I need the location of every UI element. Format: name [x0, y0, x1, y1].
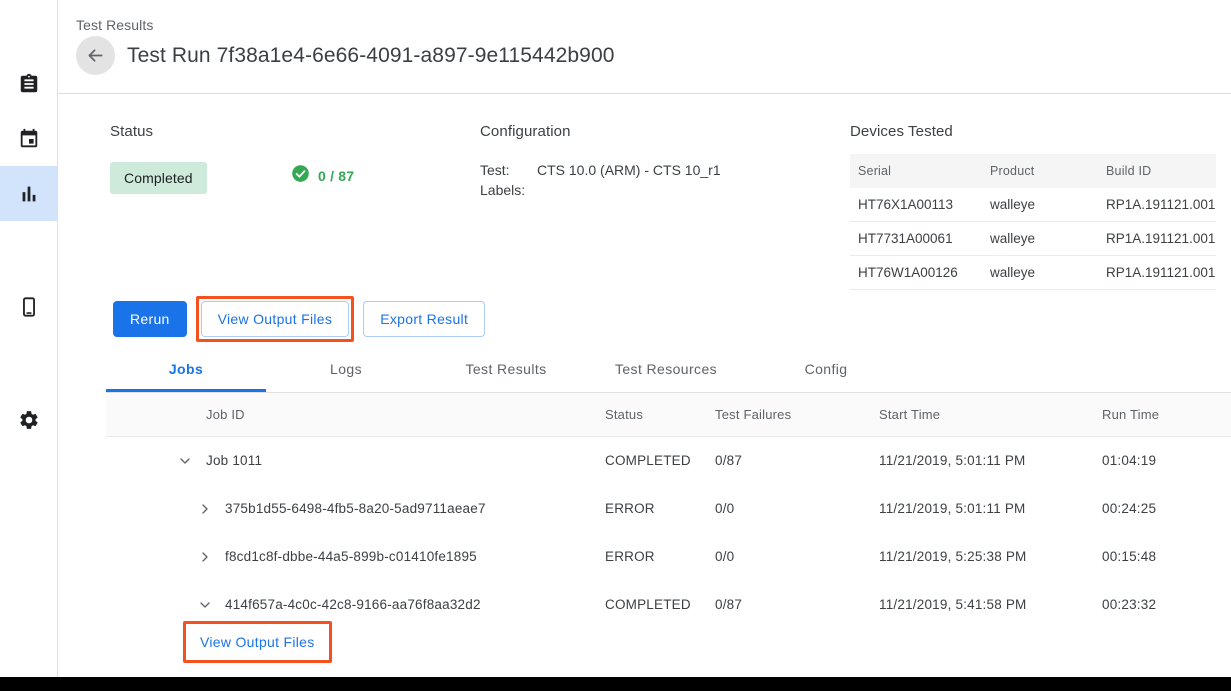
jobs-col-run-time: Run Time	[1102, 407, 1159, 422]
job-status-cell: COMPLETED	[605, 597, 691, 612]
config-row-test: Test: CTS 10.0 (ARM) - CTS 10_r1	[480, 160, 721, 180]
job-id-cell: Job 1011	[206, 453, 262, 468]
config-row-labels: Labels:	[480, 180, 721, 200]
test-run-details-page: Test Results Test Run 7f38a1e4-6e66-4091…	[0, 0, 1231, 691]
device-product: walleye	[982, 256, 1098, 290]
device-product: walleye	[982, 188, 1098, 222]
chevron-right-icon[interactable]	[196, 500, 214, 518]
job-run-time-cell: 01:04:19	[1102, 453, 1156, 468]
jobs-col-test-failures: Test Failures	[715, 407, 791, 422]
view-output-files-button[interactable]: View Output Files	[201, 301, 350, 337]
job-status-cell: ERROR	[605, 501, 655, 516]
table-row: HT7731A00061 walleye RP1A.191121.001	[850, 222, 1216, 256]
job-id-cell: 375b1d55-6498-4fb5-8a20-5ad9711aeae7	[225, 501, 486, 516]
job-failures-cell: 0/87	[715, 453, 742, 468]
devices-col-serial: Serial	[850, 154, 982, 188]
sidebar-item-assignments[interactable]	[0, 56, 57, 111]
table-row[interactable]: f8cd1c8f-dbbe-44a5-899b-c01410fe1895 ERR…	[106, 533, 1231, 581]
job-status-cell: ERROR	[605, 549, 655, 564]
gear-icon	[18, 409, 40, 431]
job-failures-cell: 0/87	[715, 597, 742, 612]
job-start-time-cell: 11/21/2019, 5:25:38 PM	[879, 549, 1027, 564]
configuration-details: Test: CTS 10.0 (ARM) - CTS 10_r1 Labels:	[480, 160, 721, 200]
status-badge: Completed	[110, 162, 207, 194]
jobs-table-header: Job ID Status Test Failures Start Time R…	[106, 393, 1231, 437]
job-run-time-cell: 00:15:48	[1102, 549, 1156, 564]
app-sidebar	[0, 0, 58, 691]
job-start-time-cell: 11/21/2019, 5:01:11 PM	[879, 501, 1026, 516]
table-row: HT76W1A00126 walleye RP1A.191121.001	[850, 256, 1216, 290]
device-build-id: RP1A.191121.001	[1098, 188, 1216, 222]
page-content: Status Completed 0 / 87 Configuration Te…	[58, 94, 1231, 661]
device-serial: HT76W1A00126	[850, 256, 982, 290]
chevron-right-icon[interactable]	[196, 548, 214, 566]
detail-tabs: Jobs Logs Test Results Test Resources Co…	[106, 346, 1231, 393]
job-start-time-cell: 11/21/2019, 5:41:58 PM	[879, 597, 1027, 612]
view-output-files-annotation: View Output Files	[196, 296, 355, 342]
devices-tested-heading: Devices Tested	[850, 123, 953, 140]
job-id-cell: f8cd1c8f-dbbe-44a5-899b-c01410fe1895	[225, 549, 477, 564]
job-id-cell: 414f657a-4c0c-42c8-9166-aa76f8aa32d2	[225, 597, 481, 612]
rerun-button[interactable]: Rerun	[113, 301, 187, 337]
export-result-button[interactable]: Export Result	[363, 301, 485, 337]
sidebar-item-schedules[interactable]	[0, 111, 57, 166]
tab-test-resources[interactable]: Test Resources	[586, 346, 746, 392]
device-build-id: RP1A.191121.001	[1098, 222, 1216, 256]
configuration-heading: Configuration	[480, 123, 571, 140]
job-status-cell: COMPLETED	[605, 453, 691, 468]
back-button[interactable]	[76, 36, 115, 75]
jobs-col-status: Status	[605, 407, 643, 422]
pass-summary: 0 / 87	[291, 164, 354, 188]
job-start-time-cell: 11/21/2019, 5:01:11 PM	[879, 453, 1026, 468]
table-row: HT76X1A00113 walleye RP1A.191121.001	[850, 188, 1216, 222]
status-heading: Status	[110, 123, 153, 140]
tab-logs[interactable]: Logs	[266, 346, 426, 392]
attempt-view-output-files-link[interactable]: View Output Files	[188, 626, 327, 658]
devices-header-row: Serial Product Build ID	[850, 154, 1216, 188]
config-key-test: Test:	[480, 160, 537, 180]
device-product: walleye	[982, 222, 1098, 256]
jobs-col-job-id: Job ID	[206, 407, 245, 422]
table-row[interactable]: Job 1011 COMPLETED 0/87 11/21/2019, 5:01…	[106, 437, 1231, 485]
config-key-labels: Labels:	[480, 180, 537, 200]
sidebar-item-settings[interactable]	[0, 392, 57, 447]
devices-col-product: Product	[982, 154, 1098, 188]
device-build-id: RP1A.191121.001	[1098, 256, 1216, 290]
devices-col-build-id: Build ID	[1098, 154, 1216, 188]
window-bottom-bar	[0, 677, 1231, 691]
sidebar-item-test-results[interactable]	[0, 166, 57, 221]
jobs-col-start-time: Start Time	[879, 407, 940, 422]
tab-jobs[interactable]: Jobs	[106, 346, 266, 392]
device-serial: HT7731A00061	[850, 222, 982, 256]
table-row[interactable]: 375b1d55-6498-4fb5-8a20-5ad9711aeae7 ERR…	[106, 485, 1231, 533]
chevron-down-icon[interactable]	[196, 596, 214, 614]
config-value-test: CTS 10.0 (ARM) - CTS 10_r1	[537, 160, 721, 180]
action-button-row: Rerun View Output Files Export Result	[113, 296, 485, 342]
sidebar-item-devices[interactable]	[0, 279, 57, 334]
calendar-icon	[18, 128, 40, 150]
job-run-time-cell: 00:24:25	[1102, 501, 1156, 516]
chevron-down-icon[interactable]	[176, 452, 194, 470]
page-title: Test Run 7f38a1e4-6e66-4091-a897-9e11544…	[127, 44, 615, 68]
phone-icon	[18, 296, 40, 318]
tab-test-results[interactable]: Test Results	[426, 346, 586, 392]
job-failures-cell: 0/0	[715, 501, 734, 516]
title-row: Test Run 7f38a1e4-6e66-4091-a897-9e11544…	[76, 36, 615, 75]
page-header: Test Results Test Run 7f38a1e4-6e66-4091…	[58, 0, 1231, 94]
clipboard-icon	[18, 73, 40, 95]
devices-tested-table: Serial Product Build ID HT76X1A00113 wal…	[850, 154, 1216, 290]
arrow-left-icon	[85, 45, 106, 66]
tab-config[interactable]: Config	[746, 346, 906, 392]
bar-chart-icon	[18, 183, 40, 205]
job-failures-cell: 0/0	[715, 549, 734, 564]
breadcrumb: Test Results	[76, 17, 153, 33]
job-run-time-cell: 00:23:32	[1102, 597, 1156, 612]
attempt-view-output-files-annotation: View Output Files	[183, 621, 332, 663]
pass-count: 0 / 87	[318, 168, 354, 184]
check-circle-icon	[291, 164, 310, 188]
device-serial: HT76X1A00113	[850, 188, 982, 222]
